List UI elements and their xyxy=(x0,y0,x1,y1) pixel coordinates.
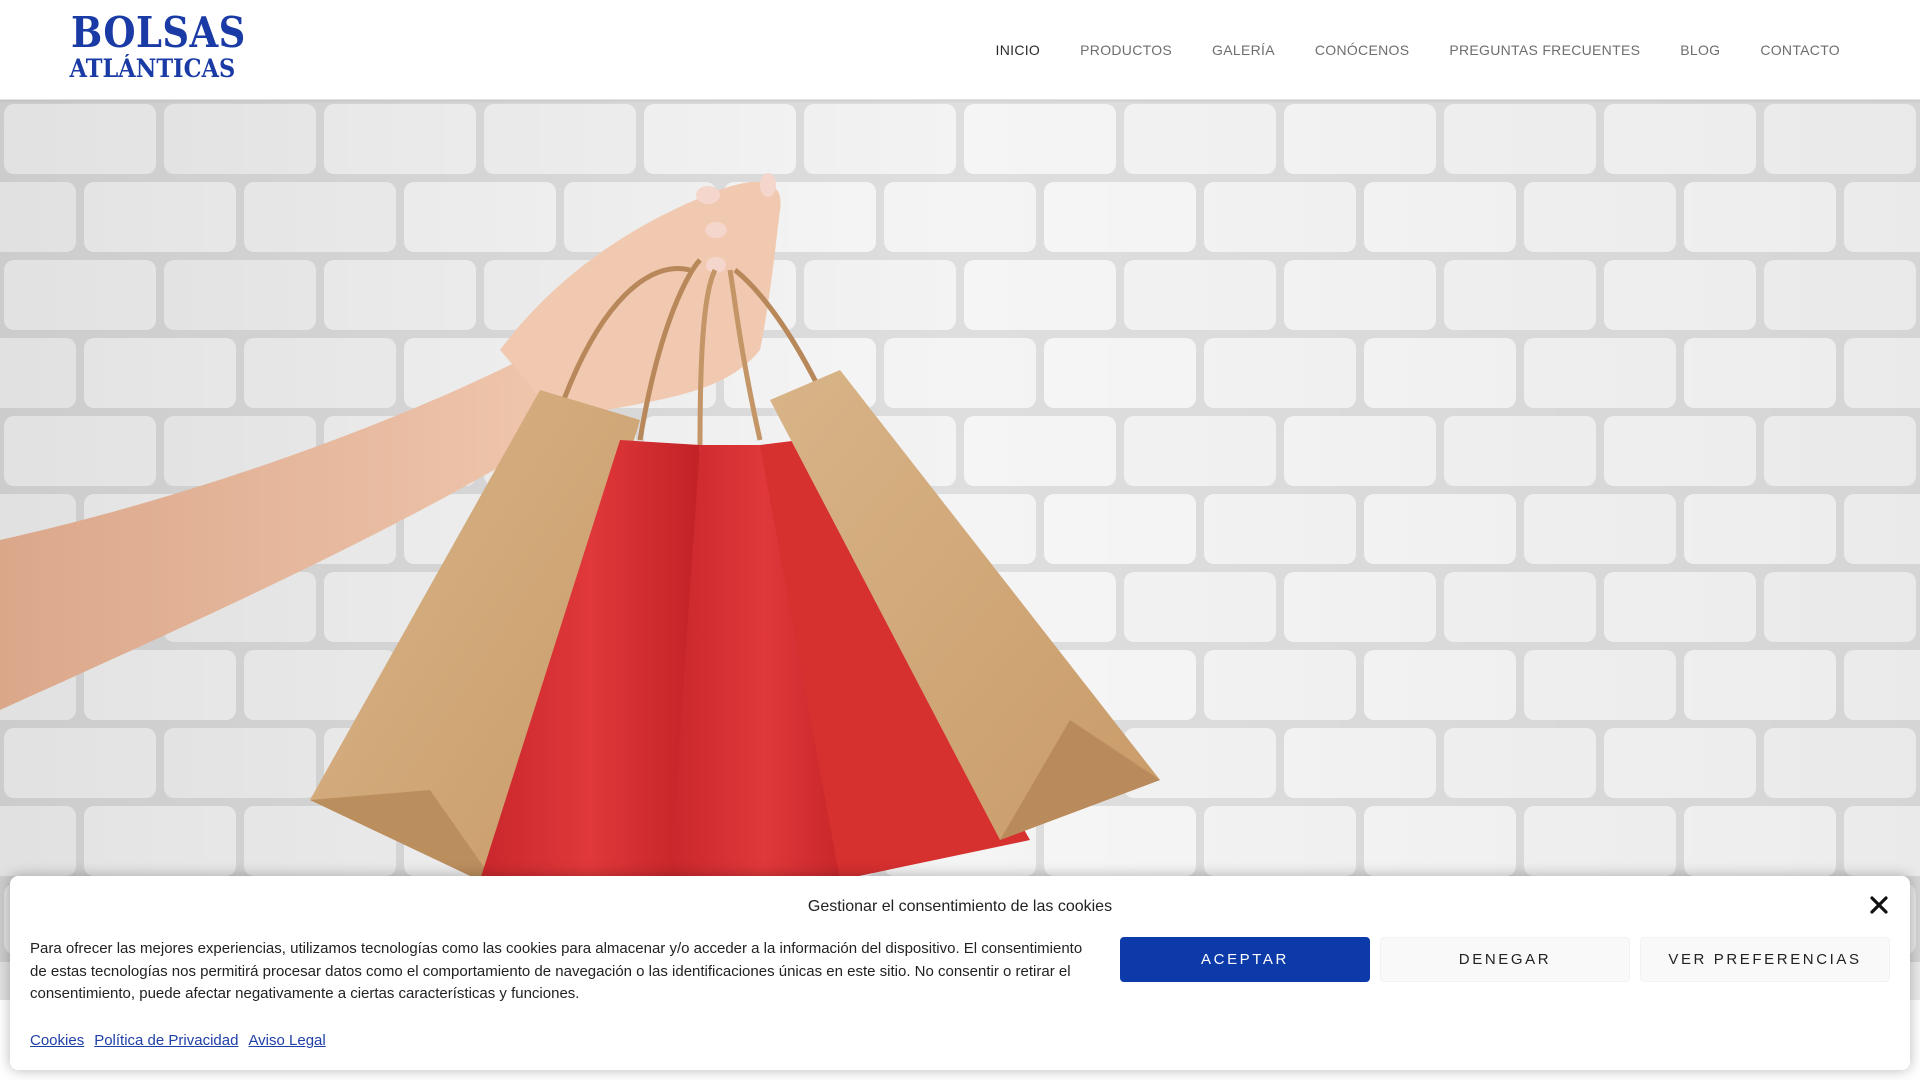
privacy-policy-link[interactable]: Política de Privacidad xyxy=(94,1032,238,1049)
logo-line-2: ATLÁNTICAS xyxy=(69,54,236,83)
nav-item-contacto[interactable]: CONTACTO xyxy=(1760,42,1840,58)
cookie-banner-title: Gestionar el consentimiento de las cooki… xyxy=(807,898,1113,915)
accept-cookies-button[interactable]: ACEPTAR xyxy=(1120,937,1370,982)
hero-section xyxy=(0,100,1920,1000)
nav-item-preguntas-frecuentes[interactable]: PREGUNTAS FRECUENTES xyxy=(1449,42,1640,58)
cookie-button-group: ACEPTAR DENEGAR VER PREFERENCIAS xyxy=(1120,937,1890,982)
legal-notice-link[interactable]: Aviso Legal xyxy=(248,1032,325,1049)
nav-item-conocenos[interactable]: CONÓCENOS xyxy=(1315,42,1410,58)
deny-cookies-button[interactable]: DENEGAR xyxy=(1380,937,1630,982)
site-header: BOLSAS ATLÁNTICAS INICIO PRODUCTOS GALER… xyxy=(0,0,1920,100)
cookie-policy-links: Cookies Política de Privacidad Aviso Leg… xyxy=(30,1032,326,1049)
cookie-banner-text: Para ofrecer las mejores experiencias, u… xyxy=(30,940,1083,1002)
nav-item-blog[interactable]: BLOG xyxy=(1680,42,1720,58)
site-logo[interactable]: BOLSAS ATLÁNTICAS xyxy=(62,8,246,83)
cookie-consent-banner: Gestionar el consentimiento de las cooki… xyxy=(10,876,1910,1070)
close-icon[interactable] xyxy=(1866,892,1892,918)
main-nav: INICIO PRODUCTOS GALERÍA CONÓCENOS PREGU… xyxy=(996,0,1840,100)
cookies-policy-link[interactable]: Cookies xyxy=(30,1032,84,1049)
nav-item-productos[interactable]: PRODUCTOS xyxy=(1080,42,1172,58)
view-preferences-button[interactable]: VER PREFERENCIAS xyxy=(1640,937,1890,982)
nav-item-inicio[interactable]: INICIO xyxy=(996,42,1041,58)
logo-line-1: BOLSAS xyxy=(71,8,246,57)
hand-holding-shopping-bags-photo xyxy=(0,100,1920,1000)
nav-item-galeria[interactable]: GALERÍA xyxy=(1212,42,1275,58)
